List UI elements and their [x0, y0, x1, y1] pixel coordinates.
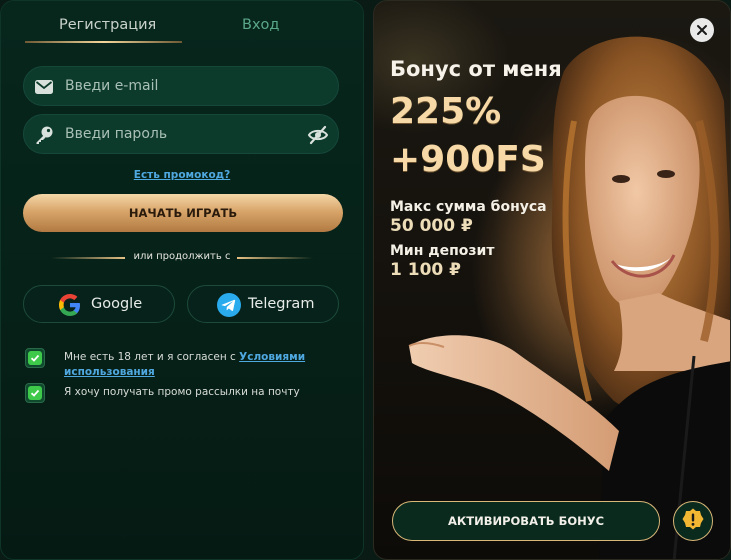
bonus-panel: Бонус от меня 225% +900FS Макс сумма бон… [373, 0, 731, 560]
telegram-login-button[interactable]: Telegram [187, 285, 339, 323]
start-playing-button[interactable]: НАЧАТЬ ИГРАТЬ [23, 194, 343, 232]
google-icon [57, 292, 83, 318]
eye-off-icon[interactable] [307, 124, 329, 146]
email-placeholder: Введи e-mail [65, 78, 159, 94]
bonus-percent: 225% [390, 91, 502, 132]
min-deposit-value: 1 100 ₽ [390, 260, 461, 280]
tab-login[interactable]: Вход [242, 17, 279, 33]
mail-icon [34, 77, 54, 97]
telegram-icon [216, 292, 242, 318]
close-icon [696, 21, 708, 40]
tab-register[interactable]: Регистрация [59, 17, 156, 33]
newsletter-consent-row: Я хочу получать промо рассылки на почту [25, 383, 345, 405]
min-deposit-label: Мин депозит [390, 243, 495, 259]
info-button[interactable] [673, 501, 713, 541]
newsletter-checkbox[interactable] [25, 383, 45, 403]
active-tab-indicator [25, 41, 182, 43]
activate-bonus-button[interactable]: АКТИВИРОВАТЬ БОНУС [392, 501, 660, 541]
promo-code-link[interactable]: Есть промокод? [1, 169, 363, 181]
checkmark-icon [28, 386, 42, 400]
close-button[interactable] [690, 18, 714, 42]
newsletter-consent-label: Я хочу получать промо рассылки на почту [64, 386, 300, 398]
max-bonus-label: Макс сумма бонуса [390, 199, 547, 215]
password-placeholder: Введи пароль [65, 126, 168, 142]
age-consent-label: Мне есть 18 лет и я согласен с [64, 351, 240, 363]
key-icon [34, 125, 54, 145]
promo-model-image [408, 36, 730, 559]
registration-panel: Регистрация Вход Введи e-mail Введи паро… [0, 0, 364, 560]
age-consent-checkbox[interactable] [25, 348, 45, 368]
warning-icon [681, 507, 705, 535]
age-consent-text: Мне есть 18 лет и я согласен с Условиями… [64, 350, 314, 380]
bonus-title: Бонус от меня [390, 57, 562, 81]
checkmark-icon [28, 351, 42, 365]
auth-tabs: Регистрация Вход [23, 17, 343, 45]
google-label: Google [91, 296, 143, 312]
max-bonus-value: 50 000 ₽ [390, 216, 473, 236]
age-consent-row: Мне есть 18 лет и я согласен с Условиями… [25, 348, 345, 380]
google-login-button[interactable]: Google [23, 285, 175, 323]
divider-right [237, 257, 313, 259]
bonus-freespins: +900FS [390, 139, 546, 180]
email-field[interactable]: Введи e-mail [23, 66, 339, 106]
password-field[interactable]: Введи пароль [23, 114, 339, 154]
telegram-label: Telegram [248, 296, 315, 312]
